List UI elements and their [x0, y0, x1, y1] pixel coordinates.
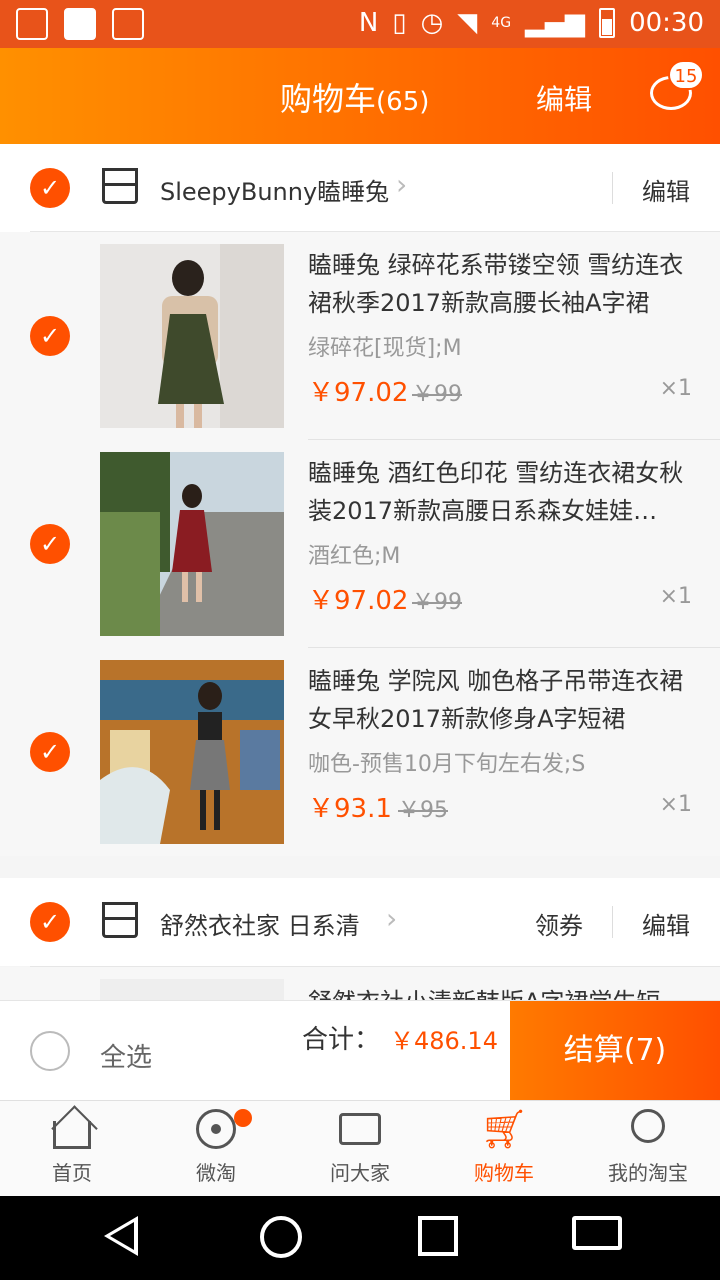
status-bar: N ▯ ◷ ◥ 4G ▂▄▆ 00:30: [0, 0, 720, 48]
shop-edit-button[interactable]: 编辑: [642, 172, 690, 207]
shop-checkbox[interactable]: ✓: [30, 902, 70, 942]
cart-count: (65): [376, 87, 430, 117]
divider: [612, 172, 613, 204]
item-quantity: ×1: [659, 376, 692, 401]
item-checkbox[interactable]: ✓: [30, 732, 70, 772]
header-edit-button[interactable]: 编辑: [536, 78, 592, 118]
signal-icon: ▂▄▆: [525, 8, 586, 38]
item-quantity: ×1: [659, 792, 692, 817]
divider: [612, 906, 613, 938]
item-spec[interactable]: 咖色-预售10月下旬左右发;S: [308, 746, 585, 778]
tab-label: 首页: [52, 1161, 92, 1185]
total-price: ￥486.14: [390, 1027, 498, 1055]
user-icon: [631, 1109, 665, 1143]
shop-edit-button[interactable]: 编辑: [642, 906, 690, 941]
chat-icon: [339, 1113, 381, 1145]
checkout-button[interactable]: 结算(7): [510, 1001, 720, 1101]
shop-name[interactable]: SleepyBunny瞌睡兔: [160, 172, 389, 207]
recents-icon[interactable]: [418, 1216, 458, 1256]
shop-row: ✓ 舒然衣社家 日系清 › 领券 编辑: [0, 878, 720, 966]
switch-app-icon[interactable]: [572, 1216, 622, 1250]
alarm-icon: ◷: [420, 8, 444, 38]
item-title[interactable]: 瞌睡兔 酒红色印花 雪纺连衣裙女秋装2017新款高腰日系森女娃娃…: [308, 454, 700, 530]
battery-icon: [599, 8, 616, 38]
chevron-right-icon[interactable]: ›: [386, 902, 397, 935]
cart-item[interactable]: ✓ 瞌睡兔 酒红色印花 雪纺连衣裙女秋装2017新款高腰日系森女娃娃… 酒红色;…: [0, 440, 720, 648]
bottom-tab-bar: 首页 微淘 问大家 🛒︎ 购物车 我的淘宝: [0, 1100, 720, 1196]
page-title-text: 购物车: [280, 80, 377, 118]
document-icon: [16, 8, 48, 40]
tab-label: 问大家: [330, 1161, 390, 1185]
system-nav-bar: [0, 1196, 720, 1280]
product-image[interactable]: [100, 244, 284, 428]
item-original-price: ￥95: [398, 798, 448, 823]
item-price: ￥93.1: [308, 794, 392, 824]
cart-icon: 🛒︎: [479, 1107, 529, 1151]
item-checkbox[interactable]: ✓: [30, 524, 70, 564]
item-original-price: ￥99: [412, 382, 462, 407]
notification-icons: [16, 8, 144, 40]
tab-label: 购物车: [474, 1161, 534, 1185]
clock: 00:30: [629, 8, 704, 38]
shop-checkbox[interactable]: ✓: [30, 168, 70, 208]
shop-row: ✓ SleepyBunny瞌睡兔 › 编辑: [0, 144, 720, 232]
checkout-bar: 全选 合计： ￥486.14 结算(7): [0, 1000, 720, 1101]
image-icon: [112, 8, 144, 40]
select-all-label[interactable]: 全选: [100, 1037, 152, 1074]
back-icon[interactable]: [104, 1216, 138, 1256]
tab-my-taobao[interactable]: 我的淘宝: [576, 1101, 720, 1197]
tab-home[interactable]: 首页: [0, 1101, 144, 1197]
vibrate-icon: ▯: [392, 8, 407, 38]
store-icon: [102, 902, 138, 938]
total-label: 合计：: [302, 1025, 381, 1055]
wifi-icon: ◥: [457, 8, 478, 38]
tab-label: 我的淘宝: [608, 1161, 688, 1185]
product-image[interactable]: [100, 452, 284, 636]
notification-dot: [234, 1109, 252, 1127]
product-image[interactable]: [100, 660, 284, 844]
cart-header: 购物车(65) 编辑 15: [0, 48, 720, 144]
message-button[interactable]: 15: [650, 60, 704, 116]
item-original-price: ￥99: [412, 590, 462, 615]
coupon-button[interactable]: 领券: [535, 906, 583, 941]
cart-item[interactable]: ✓ 瞌睡兔 学院风 咖色格子吊带连衣裙女早秋2017新款修身A字短裙 咖色-预售…: [0, 648, 720, 856]
home-icon: [53, 1121, 91, 1149]
item-spec[interactable]: 绿碎花[现货];M: [308, 330, 462, 362]
item-title[interactable]: 瞌睡兔 学院风 咖色格子吊带连衣裙女早秋2017新款修身A字短裙: [308, 662, 700, 738]
message-badge: 15: [668, 60, 704, 90]
page-title: 购物车(65): [280, 74, 429, 120]
store-icon: [102, 168, 138, 204]
item-title[interactable]: 瞌睡兔 绿碎花系带镂空领 雪纺连衣裙秋季2017新款高腰长袖A字裙: [308, 246, 700, 322]
tab-ask[interactable]: 问大家: [288, 1101, 432, 1197]
app-icon: [64, 8, 96, 40]
chevron-right-icon[interactable]: ›: [396, 168, 407, 201]
home-button-icon[interactable]: [260, 1216, 302, 1258]
shop-name[interactable]: 舒然衣社家 日系清: [160, 906, 360, 941]
radio-icon: [196, 1109, 236, 1149]
item-price: ￥97.02: [308, 586, 409, 616]
nfc-icon: N: [358, 8, 379, 38]
tab-weitao[interactable]: 微淘: [144, 1101, 288, 1197]
tab-label: 微淘: [196, 1161, 236, 1185]
cart-item[interactable]: ✓ 瞌睡兔 绿碎花系带镂空领 雪纺连衣裙秋季2017新款高腰长袖A字裙 绿碎花[…: [0, 232, 720, 440]
item-checkbox[interactable]: ✓: [30, 316, 70, 356]
item-spec[interactable]: 酒红色;M: [308, 538, 400, 570]
item-price: ￥97.02: [308, 378, 409, 408]
network-type: 4G: [491, 15, 512, 31]
select-all-checkbox[interactable]: [30, 1031, 70, 1071]
tab-cart[interactable]: 🛒︎ 购物车: [432, 1101, 576, 1197]
system-icons: N ▯ ◷ ◥ 4G ▂▄▆ 00:30: [359, 6, 704, 40]
item-quantity: ×1: [659, 584, 692, 609]
